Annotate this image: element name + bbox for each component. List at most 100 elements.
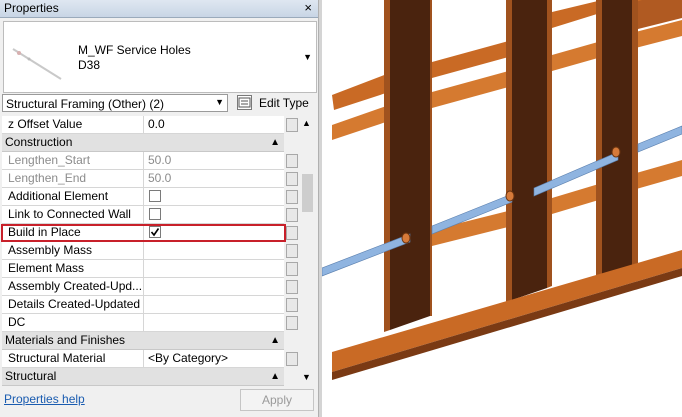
property-name: Build in Place: [2, 224, 144, 242]
property-value[interactable]: 0.0: [145, 116, 284, 134]
property-value[interactable]: [145, 224, 284, 242]
edit-type-icon: [237, 95, 252, 110]
scroll-thumb[interactable]: [302, 174, 313, 212]
stud: [602, 0, 632, 276]
collapse-icon[interactable]: ▲: [270, 134, 280, 151]
scroll-up-icon[interactable]: ▲: [302, 118, 311, 128]
blocking: [432, 70, 512, 108]
properties-scrollbar[interactable]: ▲ ▼: [300, 116, 316, 386]
collapse-icon[interactable]: ▲: [270, 332, 280, 349]
property-row[interactable]: Lengthen_End 50.0: [2, 170, 284, 188]
row-edit-button[interactable]: [286, 298, 298, 312]
properties-grid: z Offset Value 0.0 Construction ▲ Lengthen_S…: [2, 116, 284, 386]
stud-edge: [596, 0, 602, 278]
property-name: Lengthen_Start: [2, 152, 144, 170]
stud: [430, 0, 432, 316]
close-icon[interactable]: ×: [304, 0, 312, 15]
properties-palette: Properties × M_WF Service Holes D38 ▼ St…: [0, 0, 318, 417]
type-preview-thumbnail: [5, 23, 71, 89]
property-row[interactable]: Assembly Created-Upd...: [2, 278, 284, 296]
property-name: Assembly Mass: [2, 242, 144, 260]
group-header[interactable]: Materials and Finishes ▲: [2, 332, 284, 350]
row-edit-button[interactable]: [286, 118, 298, 132]
property-value[interactable]: <By Category>: [145, 350, 284, 368]
property-value[interactable]: [145, 278, 284, 296]
row-edit-button[interactable]: [286, 172, 298, 186]
properties-help-link[interactable]: Properties help: [4, 392, 85, 406]
checkbox[interactable]: [149, 208, 161, 220]
stud: [390, 0, 430, 330]
property-value[interactable]: [145, 206, 284, 224]
type-selector[interactable]: M_WF Service Holes D38 ▼: [3, 21, 317, 93]
property-value[interactable]: [145, 296, 284, 314]
property-value[interactable]: 50.0: [145, 152, 284, 170]
stud: [547, 0, 552, 288]
stud-edge: [384, 0, 390, 332]
property-name: DC: [2, 314, 144, 332]
property-name: Structural Material: [2, 350, 144, 368]
property-row[interactable]: Additional Element: [2, 188, 284, 206]
collapse-icon[interactable]: ▲: [270, 368, 280, 385]
property-name: Assembly Created-Upd...: [2, 278, 144, 296]
property-name: Details Created-Updated: [2, 296, 144, 314]
checkbox-checked[interactable]: [149, 226, 161, 238]
row-edit-button[interactable]: [286, 208, 298, 222]
property-name: Link to Connected Wall: [2, 206, 144, 224]
service-hole: [611, 146, 621, 158]
row-edit-button[interactable]: [286, 190, 298, 204]
row-edit-button[interactable]: [286, 262, 298, 276]
category-filter-value: Structural Framing (Other) (2): [6, 97, 165, 111]
edit-type-button[interactable]: Edit Type: [236, 94, 316, 112]
property-row[interactable]: Element Mass: [2, 260, 284, 278]
property-value[interactable]: [145, 314, 284, 332]
stud: [512, 0, 547, 300]
property-name: Lengthen_End: [2, 170, 144, 188]
row-edit-button[interactable]: [286, 352, 298, 366]
checkbox[interactable]: [149, 190, 161, 202]
properties-title: Properties: [4, 1, 59, 15]
property-row[interactable]: Structural Material <By Category>: [2, 350, 284, 368]
property-row[interactable]: Assembly Mass: [2, 242, 284, 260]
row-edit-button[interactable]: [286, 226, 298, 240]
service-pipe: [637, 125, 682, 153]
type-family-name: M_WF Service Holes: [78, 43, 191, 57]
group-title: Structural: [5, 369, 57, 383]
group-title: Construction: [5, 135, 73, 149]
property-row[interactable]: Build in Place: [2, 224, 284, 242]
blocking: [432, 40, 512, 78]
blocking: [332, 104, 392, 140]
edit-type-label: Edit Type: [259, 96, 309, 110]
service-hole: [505, 190, 515, 202]
group-title: Materials and Finishes: [5, 333, 126, 347]
group-header[interactable]: Structural ▲: [2, 368, 284, 386]
row-edit-button[interactable]: [286, 280, 298, 294]
property-value[interactable]: [145, 242, 284, 260]
property-name: z Offset Value: [2, 116, 144, 134]
row-edit-button[interactable]: [286, 316, 298, 330]
property-name: Additional Element: [2, 188, 144, 206]
property-value[interactable]: [145, 260, 284, 278]
row-edit-button[interactable]: [286, 244, 298, 258]
property-name: Element Mass: [2, 260, 144, 278]
type-name: M_WF Service Holes D38: [78, 43, 191, 73]
stud-edge: [506, 0, 512, 302]
row-edit-button[interactable]: [286, 154, 298, 168]
property-row[interactable]: Link to Connected Wall: [2, 206, 284, 224]
service-hole: [401, 232, 411, 244]
property-row[interactable]: Details Created-Updated: [2, 296, 284, 314]
property-row[interactable]: Lengthen_Start 50.0: [2, 152, 284, 170]
apply-button[interactable]: Apply: [240, 389, 314, 411]
stud: [632, 0, 638, 266]
type-type-name: D38: [78, 58, 101, 72]
property-row[interactable]: z Offset Value 0.0: [2, 116, 284, 134]
properties-title-bar[interactable]: Properties ×: [0, 0, 318, 18]
property-value[interactable]: [145, 188, 284, 206]
property-value[interactable]: 50.0: [145, 170, 284, 188]
category-filter-dropdown[interactable]: Structural Framing (Other) (2) ▼: [2, 94, 228, 112]
group-header[interactable]: Construction ▲: [2, 134, 284, 152]
chevron-down-icon[interactable]: ▼: [303, 52, 312, 62]
scroll-down-icon[interactable]: ▼: [302, 372, 311, 382]
3d-view-canvas[interactable]: [322, 0, 682, 417]
property-row[interactable]: DC: [2, 314, 284, 332]
chevron-down-icon[interactable]: ▼: [215, 97, 224, 107]
